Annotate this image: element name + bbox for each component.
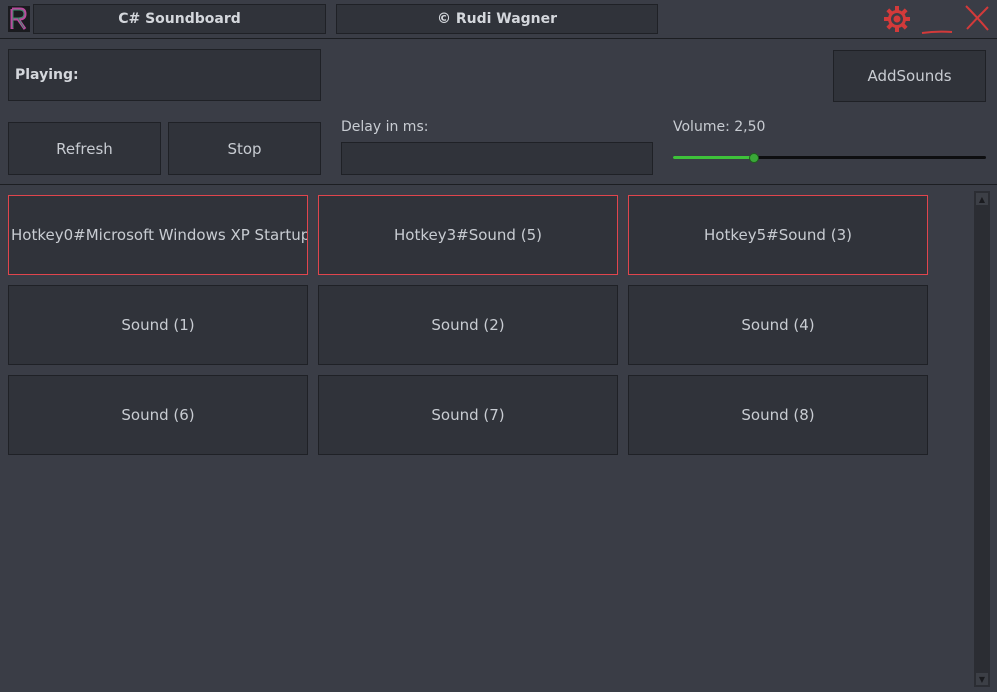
scroll-up-icon[interactable]: ▲ (976, 193, 988, 205)
sound-button-label: Sound (4) (741, 316, 815, 334)
sound-button[interactable]: Sound (7) (318, 375, 618, 455)
volume-label: Volume: 2,50 (673, 119, 766, 135)
refresh-label: Refresh (56, 139, 113, 158)
scroll-down-icon[interactable]: ▼ (976, 673, 988, 685)
sound-button[interactable]: Hotkey5#Sound (3) (628, 195, 928, 275)
app-logo (8, 6, 30, 32)
stop-label: Stop (227, 139, 262, 158)
scrollbar[interactable]: ▲ ▼ (974, 191, 990, 687)
controls-divider (0, 184, 997, 185)
sound-button[interactable]: Hotkey0#Microsoft Windows XP Startup Sou… (8, 195, 308, 275)
copyright-text: © Rudi Wagner (436, 11, 558, 27)
volume-fill (673, 156, 754, 159)
sound-button[interactable]: Sound (8) (628, 375, 928, 455)
sound-button-label: Sound (2) (431, 316, 505, 334)
settings-button[interactable] (882, 4, 912, 34)
app-title: C# Soundboard (33, 4, 326, 34)
sound-button-label: Sound (7) (431, 406, 505, 424)
refresh-button[interactable]: Refresh (8, 122, 161, 175)
now-playing-label: Playing: (15, 67, 79, 83)
sound-button-label: Sound (1) (121, 316, 195, 334)
sound-button-label: Hotkey0#Microsoft Windows XP Startup Sou… (11, 226, 308, 244)
delay-label: Delay in ms: (341, 119, 429, 135)
sound-button[interactable]: Sound (2) (318, 285, 618, 365)
copyright-label: © Rudi Wagner (336, 4, 658, 34)
app-title-text: C# Soundboard (118, 11, 241, 27)
gear-icon[interactable] (882, 4, 912, 34)
minimize-button[interactable] (920, 6, 954, 34)
sound-button-label: Hotkey5#Sound (3) (704, 226, 852, 244)
volume-thumb[interactable] (749, 153, 759, 163)
delay-input[interactable] (341, 142, 653, 175)
add-sounds-label: AddSounds (867, 67, 952, 85)
sound-button-label: Sound (6) (121, 406, 195, 424)
minimize-icon[interactable] (920, 6, 954, 34)
sound-button-label: Sound (8) (741, 406, 815, 424)
stop-button[interactable]: Stop (168, 122, 321, 175)
sound-button-label: Hotkey3#Sound (5) (394, 226, 542, 244)
volume-slider[interactable] (673, 150, 986, 166)
close-icon[interactable] (962, 4, 992, 32)
now-playing-box: Playing: (8, 49, 321, 101)
sound-button[interactable]: Sound (1) (8, 285, 308, 365)
add-sounds-button[interactable]: AddSounds (833, 50, 986, 102)
close-button[interactable] (962, 4, 992, 32)
title-divider (0, 38, 997, 39)
sound-button[interactable]: Hotkey3#Sound (5) (318, 195, 618, 275)
sound-button[interactable]: Sound (4) (628, 285, 928, 365)
r-logo-icon (8, 6, 30, 32)
sound-button[interactable]: Sound (6) (8, 375, 308, 455)
